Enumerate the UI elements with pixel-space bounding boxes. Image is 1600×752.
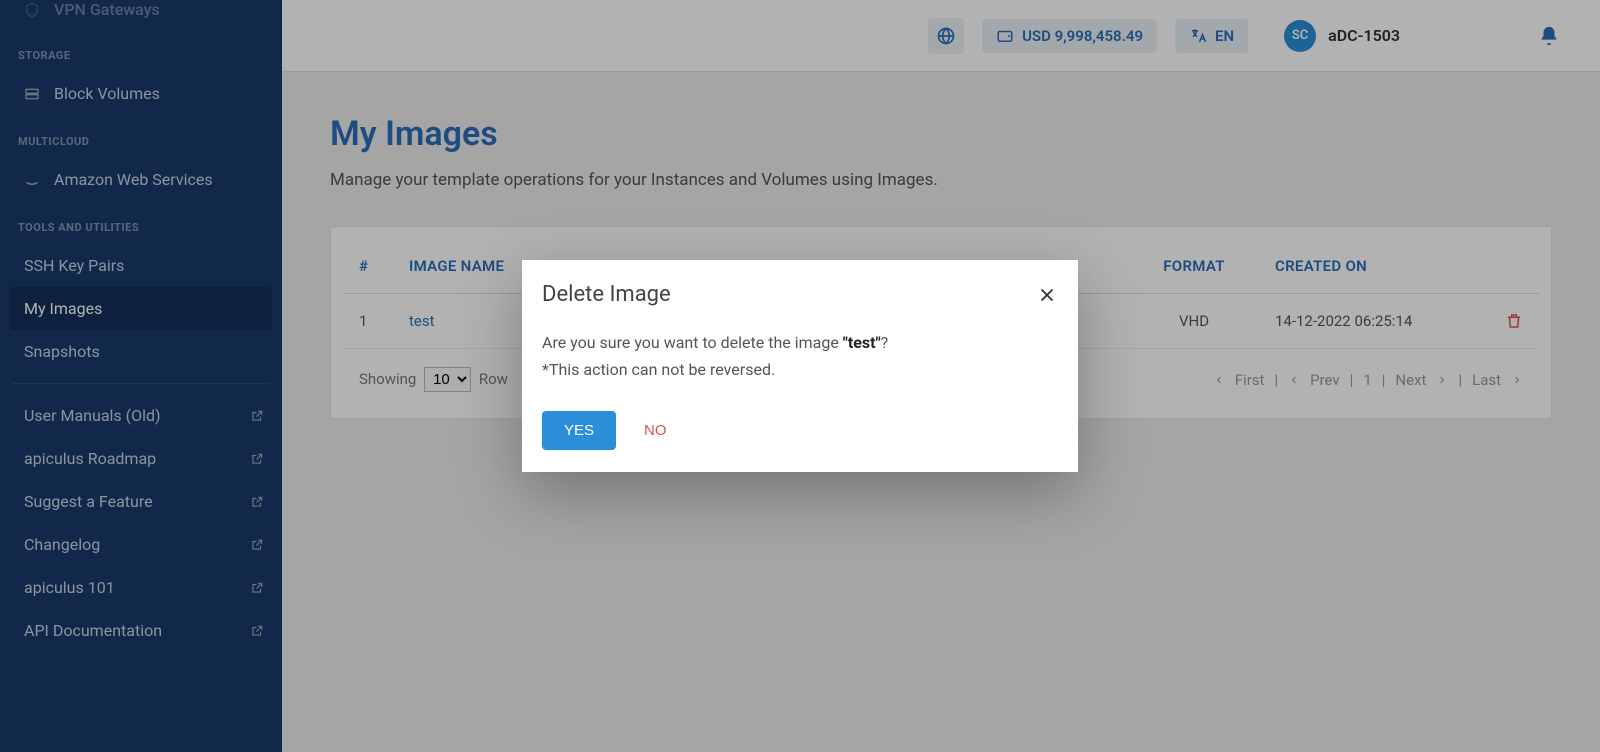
close-button[interactable] [1036, 284, 1058, 306]
no-button[interactable]: NO [644, 422, 667, 439]
modal-footer: YES NO [542, 411, 1058, 450]
delete-image-modal: Delete Image Are you sure you want to de… [522, 260, 1078, 472]
modal-text-prefix: Are you sure you want to delete the imag… [542, 333, 843, 352]
modal-title: Delete Image [542, 282, 671, 307]
close-icon [1036, 284, 1058, 306]
modal-text-suffix: ? [881, 333, 889, 352]
modal-body: Are you sure you want to delete the imag… [542, 329, 1058, 383]
modal-image-name: "test" [843, 333, 881, 352]
modal-warning: *This action can not be reversed. [542, 356, 1058, 383]
yes-button[interactable]: YES [542, 411, 616, 450]
